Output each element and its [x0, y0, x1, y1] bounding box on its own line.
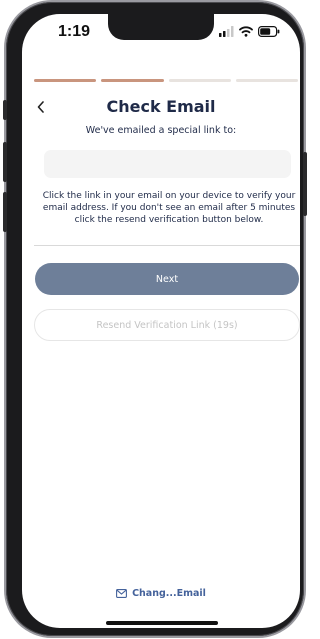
progress-segment [235, 79, 298, 82]
phone-frame: 1:19 Check Email We've emailed a special… [3, 2, 307, 636]
volume-down-button [3, 192, 7, 232]
progress-segment [34, 79, 97, 82]
progress-segment [101, 79, 164, 82]
progress-segment [168, 79, 231, 82]
home-indicator [106, 621, 218, 625]
page-title: Check Email [106, 97, 216, 116]
signal-icon [219, 26, 234, 37]
status-icons [219, 26, 280, 37]
notch [108, 14, 214, 40]
stage: 1:19 Check Email We've emailed a special… [0, 0, 310, 639]
mute-switch [3, 100, 7, 120]
step-progress [34, 79, 298, 82]
change-email-link[interactable]: Chang...Email [22, 588, 300, 599]
volume-up-button [3, 142, 7, 182]
resend-verification-button[interactable]: Resend Verification Link (19s) [34, 309, 300, 341]
divider [34, 245, 300, 246]
email-display-field [44, 150, 291, 178]
battery-icon [258, 26, 280, 37]
mail-icon [116, 589, 128, 598]
screen: 1:19 Check Email We've emailed a special… [22, 14, 300, 628]
wifi-icon [239, 26, 253, 37]
next-button[interactable]: Next [35, 263, 299, 295]
power-button [303, 152, 307, 216]
change-email-label: Chang...Email [132, 588, 206, 599]
page-subtitle: We've emailed a special link to: [85, 125, 237, 136]
instructions-text: Click the link in your email on your dev… [42, 191, 296, 225]
status-time: 1:19 [58, 23, 91, 40]
